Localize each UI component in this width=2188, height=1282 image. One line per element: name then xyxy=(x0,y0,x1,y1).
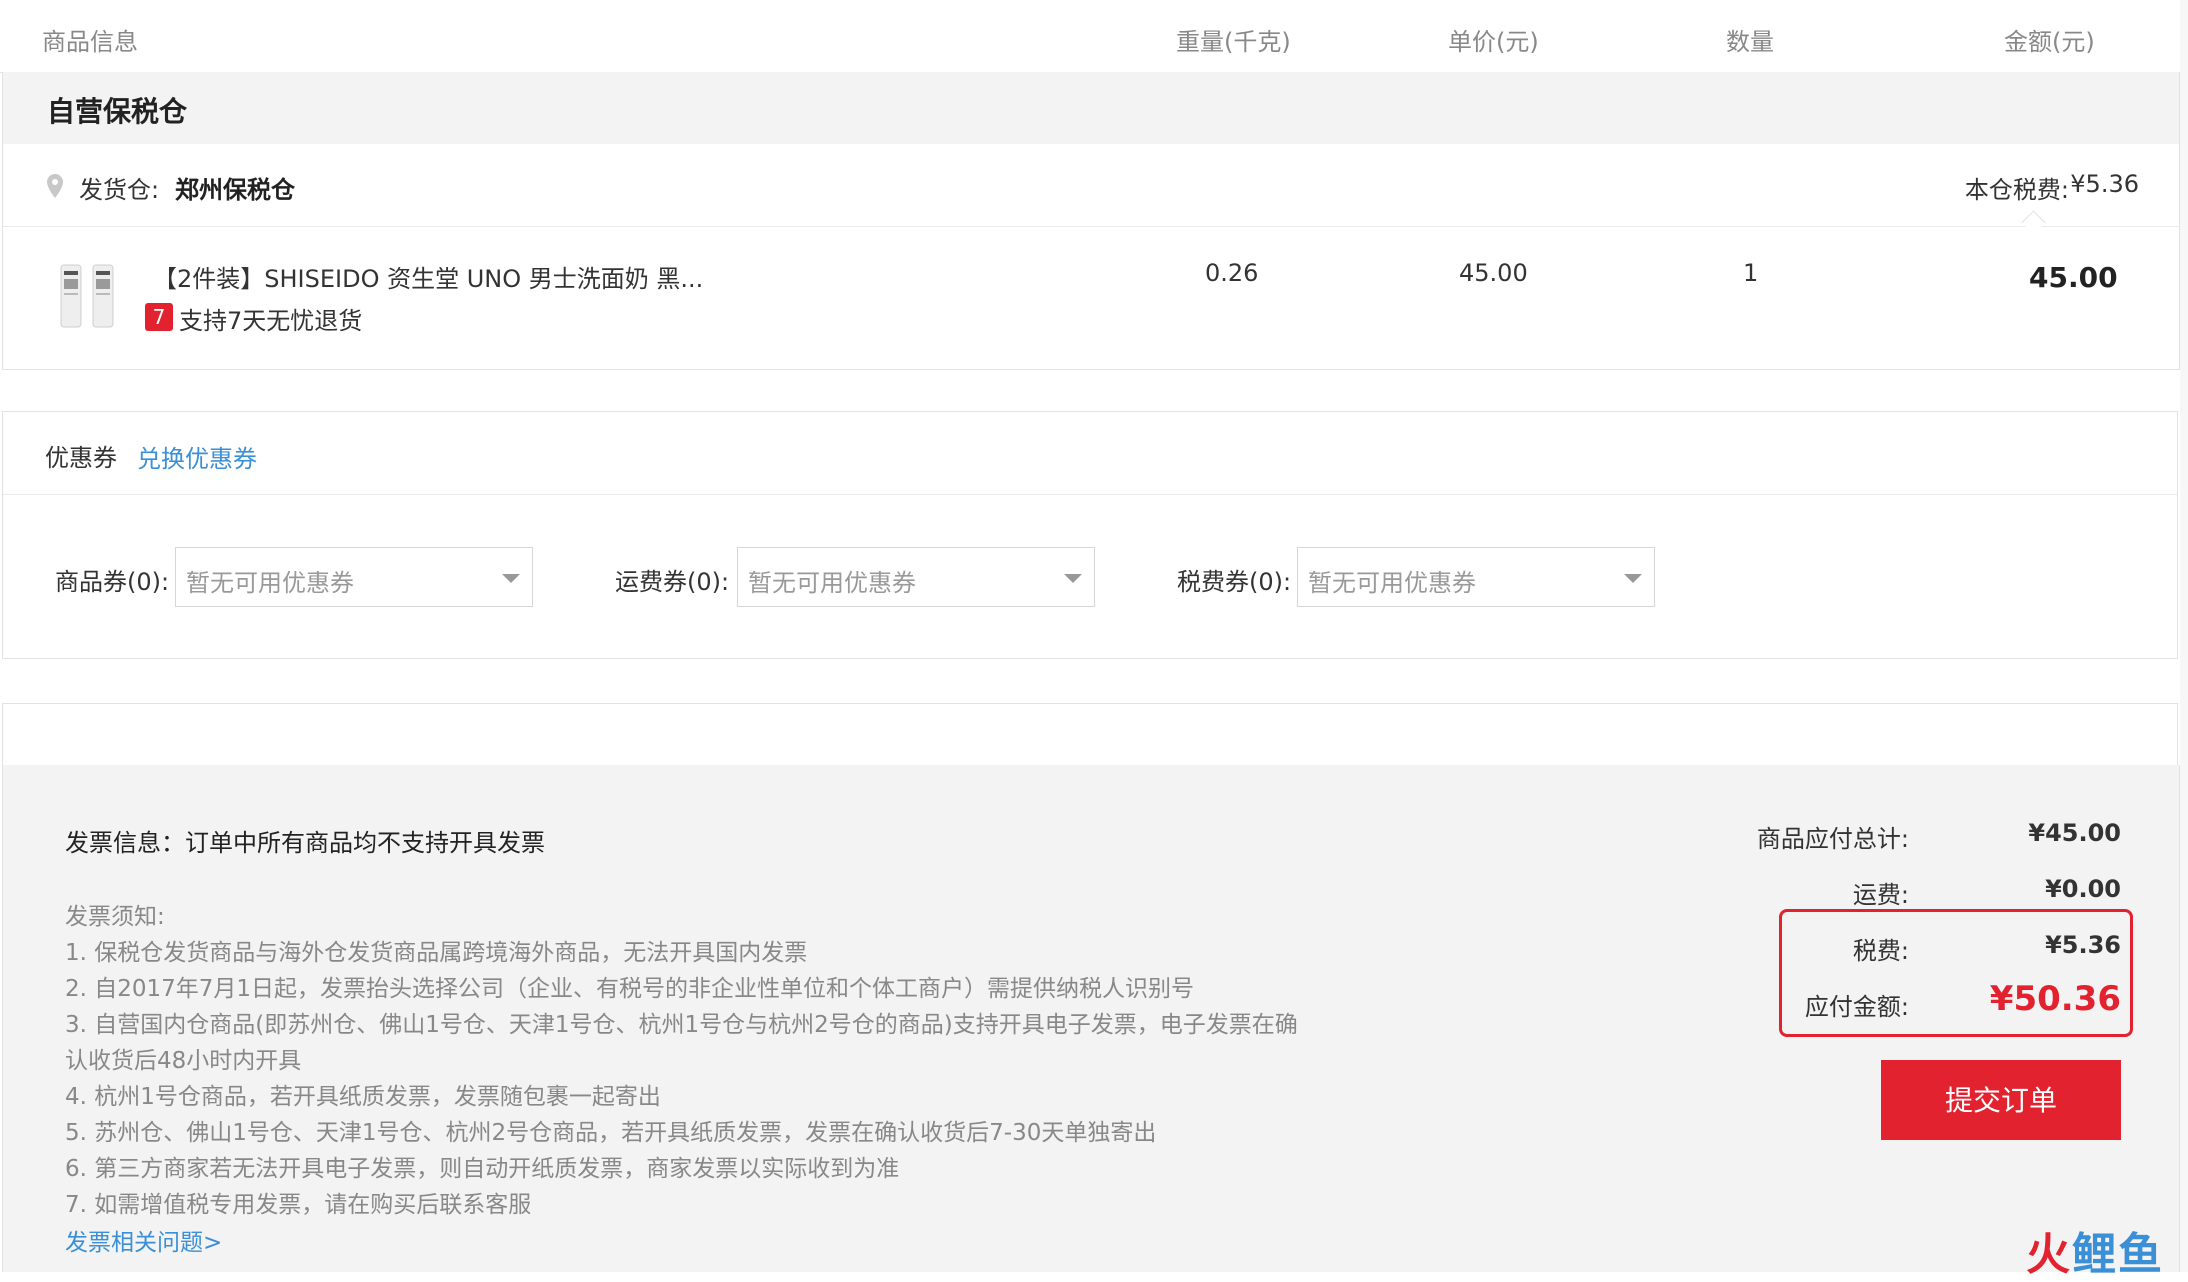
product-coupon-select[interactable]: 暂无可用优惠券 xyxy=(175,547,533,607)
product-amount: 45.00 xyxy=(2029,261,2118,294)
header-weight: 重量(千克) xyxy=(1176,28,1291,56)
product-name-link[interactable]: 【2件装】SHISEIDO 资生堂 UNO 男士洗面奶 黑... xyxy=(153,259,703,294)
invoice-faq-link[interactable]: 发票相关问题> xyxy=(65,1223,222,1257)
tax-coupon-label: 税费券(0): xyxy=(1177,568,1292,596)
header-product-info: 商品信息 xyxy=(42,28,138,56)
subtotal-label: 商品应付总计: xyxy=(1756,825,1909,853)
return-badge: 7 xyxy=(145,303,173,331)
spacer-band xyxy=(2,703,2178,765)
chevron-down-icon xyxy=(1624,574,1642,583)
warehouse-section-header: 自营保税仓 xyxy=(2,72,2180,144)
ship-from-value: 郑州保税仓 xyxy=(175,176,295,204)
product-row: 【2件装】SHISEIDO 资生堂 UNO 男士洗面奶 黑... 7 支持7天无… xyxy=(2,227,2180,370)
total-due-value: ¥50.36 xyxy=(1989,979,2121,1019)
invoice-notice-item: 认收货后48小时内开具 xyxy=(65,1048,302,1074)
page-scroll-edge xyxy=(2180,0,2188,1272)
invoice-notice-item: 2. 自2017年7月1日起，发票抬头选择公司（企业、有税号的非企业性单位和个体… xyxy=(65,976,1195,1002)
tax-coupon-select[interactable]: 暂无可用优惠券 xyxy=(1297,547,1655,607)
invoice-notice-item: 7. 如需增值税专用发票，请在购买后联系客服 xyxy=(65,1192,532,1218)
header-quantity: 数量 xyxy=(1726,28,1774,56)
product-weight: 0.26 xyxy=(1205,259,1259,287)
coupon-section: 优惠券 兑换优惠券 商品券(0): 暂无可用优惠券 运费券(0): 暂无可用优惠… xyxy=(2,411,2178,659)
chevron-down-icon xyxy=(502,574,520,583)
invoice-notice-item: 6. 第三方商家若无法开具电子发票，则自动开纸质发票，商家发票以实际收到为准 xyxy=(65,1156,900,1182)
invoice-notice-item: 1. 保税仓发货商品与海外仓发货商品属跨境海外商品，无法开具国内发票 xyxy=(65,940,808,966)
product-thumbnail[interactable] xyxy=(53,263,123,329)
tax-fee-label: 税费: xyxy=(1852,937,1909,965)
watermark-logo: 火鲤鱼 xyxy=(2026,1218,2164,1282)
product-quantity: 1 xyxy=(1743,259,1759,287)
warehouse-tax-label: 本仓税费: xyxy=(1964,176,2069,204)
invoice-info: 发票信息：订单中所有商品均不支持开具发票 xyxy=(65,829,545,857)
invoice-notice-title: 发票须知: xyxy=(65,904,165,930)
header-amount: 金额(元) xyxy=(2004,28,2095,56)
shipping-fee-label: 运费: xyxy=(1852,881,1909,909)
tax-coupon-value: 暂无可用优惠券 xyxy=(1308,569,1476,597)
table-header: 商品信息 重量(千克) 单价(元) 数量 金额(元) xyxy=(0,0,2180,73)
shipping-coupon-value: 暂无可用优惠券 xyxy=(748,569,916,597)
product-coupon-label: 商品券(0): xyxy=(55,568,170,596)
invoice-notice-item: 3. 自营国内仓商品(即苏州仓、佛山1号仓、天津1号仓、杭州1号仓与杭州2号仓的… xyxy=(65,1012,1298,1038)
subtotal-value: ¥45.00 xyxy=(2028,819,2121,847)
order-summary-section: 发票信息：订单中所有商品均不支持开具发票 发票须知: 1. 保税仓发货商品与海外… xyxy=(2,765,2180,1272)
header-unit-price: 单价(元) xyxy=(1448,28,1539,56)
coupon-title: 优惠券 xyxy=(45,444,117,472)
shipping-row: 发货仓: 郑州保税仓 本仓税费: ¥5.36 xyxy=(2,144,2180,235)
product-coupon-value: 暂无可用优惠券 xyxy=(186,569,354,597)
submit-order-button[interactable]: 提交订单 xyxy=(1881,1060,2121,1140)
warehouse-title: 自营保税仓 xyxy=(47,95,188,128)
return-policy-text: 支持7天无忧退货 xyxy=(179,307,363,335)
invoice-notice-item: 4. 杭州1号仓商品，若开具纸质发票，发票随包裹一起寄出 xyxy=(65,1084,661,1110)
watermark-part-a: 火 xyxy=(2026,1229,2072,1280)
chevron-down-icon xyxy=(1064,574,1082,583)
shipping-coupon-label: 运费券(0): xyxy=(615,568,730,596)
warehouse-tax-value: ¥5.36 xyxy=(2070,170,2139,198)
coupon-header: 优惠券 兑换优惠券 xyxy=(3,412,2177,495)
ship-from-label: 发货仓: xyxy=(79,176,160,204)
invoice-notice-item: 5. 苏州仓、佛山1号仓、天津1号仓、杭州2号仓商品，若开具纸质发票，发票在确认… xyxy=(65,1120,1157,1146)
shipping-fee-value: ¥0.00 xyxy=(2045,875,2121,903)
watermark-part-b: 鲤鱼 xyxy=(2072,1229,2164,1280)
redeem-coupon-link[interactable]: 兑换优惠券 xyxy=(137,439,257,474)
product-unit-price: 45.00 xyxy=(1459,259,1528,287)
location-pin-icon xyxy=(47,174,63,198)
shipping-coupon-select[interactable]: 暂无可用优惠券 xyxy=(737,547,1095,607)
tax-fee-value: ¥5.36 xyxy=(2045,931,2121,959)
